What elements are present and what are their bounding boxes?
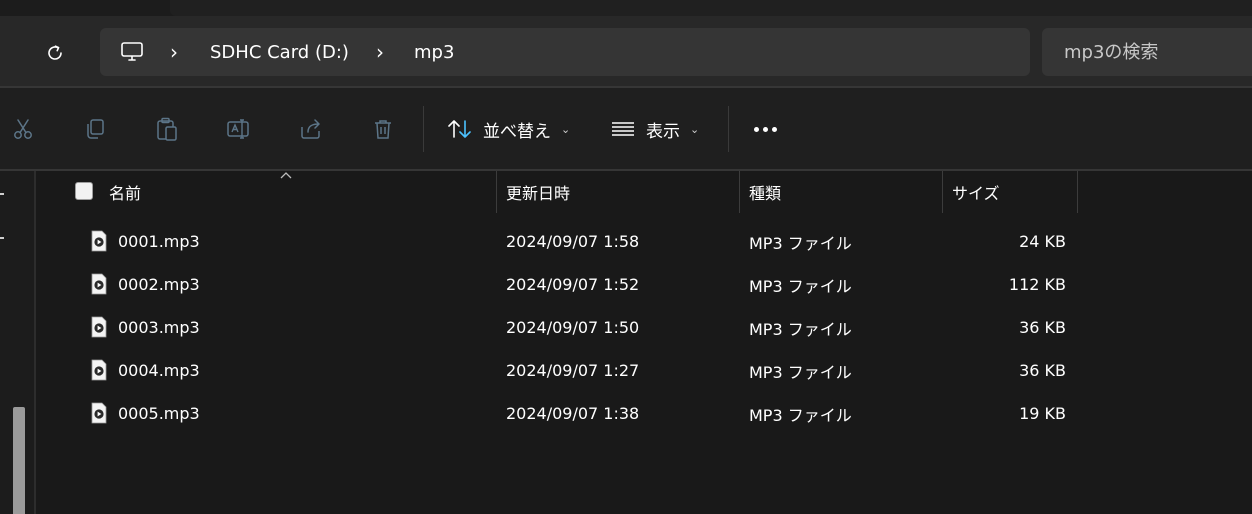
file-row[interactable]: 0004.mp3 2024/09/07 1:27 MP3 ファイル 36 KB (36, 349, 1252, 392)
breadcrumb-separator[interactable]: › (170, 28, 178, 76)
nav-scrollbar[interactable] (13, 407, 25, 514)
chevron-down-icon: ⌄ (561, 122, 571, 136)
rename-icon (227, 119, 249, 139)
mp3-file-icon (91, 359, 107, 381)
file-type: MP3 ファイル (749, 319, 852, 339)
file-size: 36 KB (1019, 318, 1066, 337)
file-date: 2024/09/07 1:50 (506, 318, 640, 337)
more-dots-icon (771, 126, 777, 132)
rename-button[interactable] (224, 114, 254, 144)
share-button[interactable] (296, 114, 326, 144)
toolbar-divider (423, 106, 424, 152)
cut-button[interactable] (8, 114, 38, 144)
chevron-down-icon: ⌄ (690, 122, 700, 136)
search-input[interactable] (1064, 28, 1252, 76)
sort-button[interactable]: 並べ替え ⌄ (447, 112, 570, 146)
file-name: 0002.mp3 (118, 275, 200, 294)
refresh-button[interactable] (40, 38, 70, 68)
column-name-header[interactable]: 名前 (109, 171, 141, 213)
toolbar-divider (728, 106, 729, 152)
column-size-header[interactable]: サイズ (952, 171, 1000, 213)
share-icon (301, 119, 320, 139)
view-label: 表示 (646, 121, 680, 142)
paste-button[interactable] (152, 114, 182, 144)
refresh-icon (48, 45, 62, 60)
file-date: 2024/09/07 1:27 (506, 361, 640, 380)
breadcrumb-separator[interactable]: › (376, 28, 384, 76)
sort-ascending-icon (280, 172, 292, 179)
sort-arrows-icon (448, 120, 471, 138)
file-name: 0003.mp3 (118, 318, 200, 337)
column-date-header[interactable]: 更新日時 (506, 171, 570, 213)
file-name: 0004.mp3 (118, 361, 200, 380)
column-header-row: 名前 更新日時 種類 サイズ (36, 171, 1252, 213)
file-size: 112 KB (1008, 275, 1066, 294)
mp3-file-icon (91, 402, 107, 424)
search-box[interactable] (1042, 28, 1252, 76)
address-bar[interactable]: › SDHC Card (D:) › mp3 (100, 28, 1030, 76)
file-date: 2024/09/07 1:52 (506, 275, 640, 294)
column-divider[interactable] (942, 171, 943, 213)
view-button[interactable]: 表示 ⌄ (610, 112, 699, 146)
active-tab-edge (170, 0, 1252, 16)
breadcrumb-folder[interactable]: mp3 (414, 28, 454, 76)
trash-icon (375, 120, 391, 139)
file-row[interactable]: 0003.mp3 2024/09/07 1:50 MP3 ファイル 36 KB (36, 306, 1252, 349)
scissors-icon (14, 119, 32, 139)
file-type: MP3 ファイル (749, 276, 852, 296)
file-date: 2024/09/07 1:38 (506, 404, 640, 423)
file-row[interactable]: 0002.mp3 2024/09/07 1:52 MP3 ファイル 112 KB (36, 263, 1252, 306)
file-size: 36 KB (1019, 361, 1066, 380)
nav-expand-icon[interactable] (0, 193, 4, 195)
tab-strip (0, 0, 1252, 16)
file-date: 2024/09/07 1:58 (506, 232, 640, 251)
column-type-header[interactable]: 種類 (749, 171, 781, 213)
clipboard-icon (157, 117, 177, 141)
file-type: MP3 ファイル (749, 405, 852, 425)
column-divider[interactable] (496, 171, 497, 213)
file-name: 0005.mp3 (118, 404, 200, 423)
mp3-file-icon (91, 273, 107, 295)
monitor-icon (121, 42, 143, 61)
file-name: 0001.mp3 (118, 232, 200, 251)
mp3-file-icon (91, 316, 107, 338)
nav-expand-icon[interactable] (0, 237, 4, 239)
column-divider[interactable] (1077, 171, 1078, 213)
list-view-icon (612, 122, 634, 136)
more-dots-icon (762, 126, 768, 132)
delete-button[interactable] (368, 114, 398, 144)
file-type: MP3 ファイル (749, 362, 852, 382)
more-dots-icon (753, 126, 759, 132)
file-size: 19 KB (1019, 404, 1066, 423)
mp3-file-icon (91, 230, 107, 252)
breadcrumb-this-pc[interactable] (120, 28, 144, 76)
address-row: › SDHC Card (D:) › mp3 (0, 16, 1252, 86)
select-all-checkbox[interactable] (75, 182, 93, 200)
file-size: 24 KB (1019, 232, 1066, 251)
command-bar: 並べ替え ⌄ 表示 ⌄ (0, 88, 1252, 170)
copy-button[interactable] (80, 114, 110, 144)
more-options-button[interactable] (750, 118, 780, 140)
file-row[interactable]: 0005.mp3 2024/09/07 1:38 MP3 ファイル 19 KB (36, 392, 1252, 435)
file-type: MP3 ファイル (749, 233, 852, 253)
sort-label: 並べ替え (483, 121, 551, 142)
column-divider[interactable] (739, 171, 740, 213)
navigation-pane[interactable] (0, 171, 36, 514)
copy-icon (87, 119, 104, 139)
file-row[interactable]: 0001.mp3 2024/09/07 1:58 MP3 ファイル 24 KB (36, 220, 1252, 263)
file-list: 名前 更新日時 種類 サイズ 0001.mp3 2024/09/07 1:58 … (36, 171, 1252, 514)
breadcrumb-drive[interactable]: SDHC Card (D:) (210, 28, 349, 76)
